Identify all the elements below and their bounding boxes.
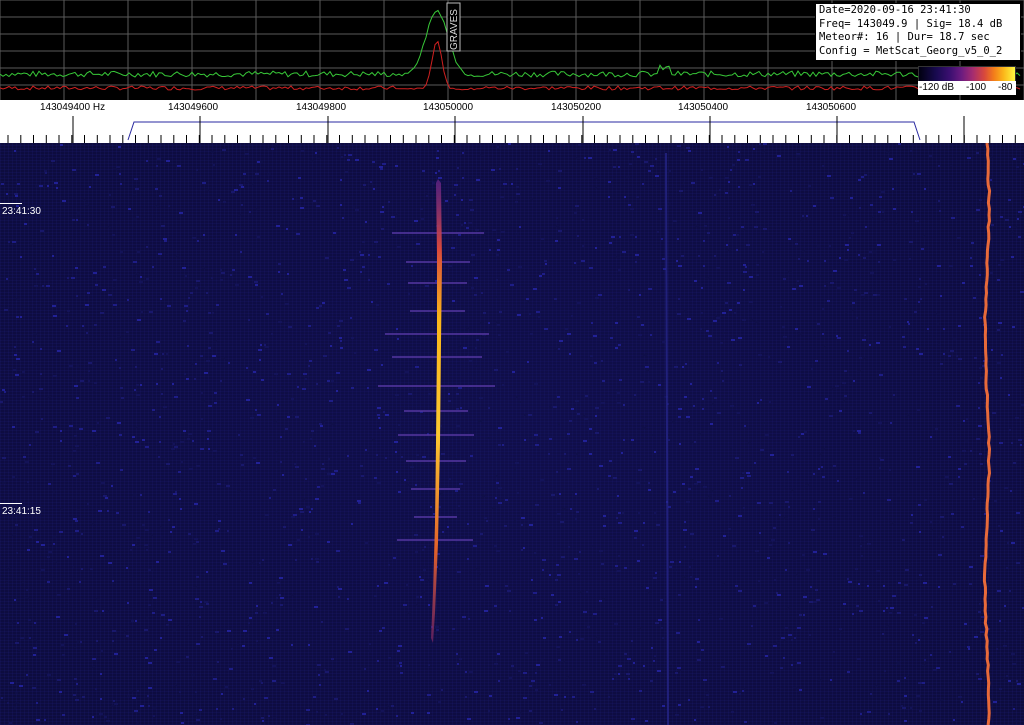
carrier-trace bbox=[982, 143, 992, 725]
waterfall-noise bbox=[0, 143, 1024, 725]
colorbar-label-max: -80 bbox=[998, 82, 1013, 93]
passband-bracket bbox=[127, 121, 921, 141]
waterfall-display: 23:41:30 23:41:15 bbox=[0, 143, 1024, 725]
time-label-2: 23:41:15 bbox=[2, 506, 41, 517]
peak-label: GRAVES bbox=[449, 9, 460, 50]
frequency-axis-ticks bbox=[7, 116, 1016, 143]
freq-label-7: 143050600 bbox=[806, 102, 857, 113]
colorbar-labels: -120 dB -100 -80 bbox=[918, 81, 1016, 95]
time-tick-2 bbox=[0, 503, 22, 504]
frequency-axis: 143049400 Hz 143049600 143049800 1430500… bbox=[0, 100, 1024, 143]
freq-label-4: 143050000 bbox=[423, 102, 474, 113]
colorbar-label-mid: -100 bbox=[966, 82, 987, 93]
info-meteor: Meteor#: 16 | Dur= 18.7 sec bbox=[819, 31, 990, 44]
faint-carrier-line bbox=[665, 152, 669, 725]
freq-label-6: 143050400 bbox=[678, 102, 729, 113]
colorbar bbox=[918, 66, 1016, 82]
freq-label-3: 143049800 bbox=[296, 102, 347, 113]
time-label-1: 23:41:30 bbox=[2, 206, 41, 217]
metscat-window: GRAVES Date=2020-09-16 23:41:30 Freq= 14… bbox=[0, 0, 1024, 725]
colorbar-label-min: -120 dB bbox=[919, 82, 955, 93]
time-tick-1 bbox=[0, 203, 22, 204]
info-config: Config = MetScat_Georg_v5_0_2 bbox=[819, 44, 1003, 57]
spectrum-panel: GRAVES Date=2020-09-16 23:41:30 Freq= 14… bbox=[0, 0, 1024, 100]
minor-ticks bbox=[7, 135, 1016, 143]
meteor-info-box: Date=2020-09-16 23:41:30 Freq= 143049.9 … bbox=[815, 3, 1021, 61]
info-date: Date=2020-09-16 23:41:30 bbox=[819, 4, 971, 16]
freq-label-5: 143050200 bbox=[551, 102, 602, 113]
freq-label-1: 143049400 Hz bbox=[40, 102, 106, 113]
waterfall-plot bbox=[0, 143, 1024, 725]
freq-label-2: 143049600 bbox=[168, 102, 219, 113]
info-freq: Freq= 143049.9 | Sig= 18.4 dB bbox=[819, 17, 1003, 30]
